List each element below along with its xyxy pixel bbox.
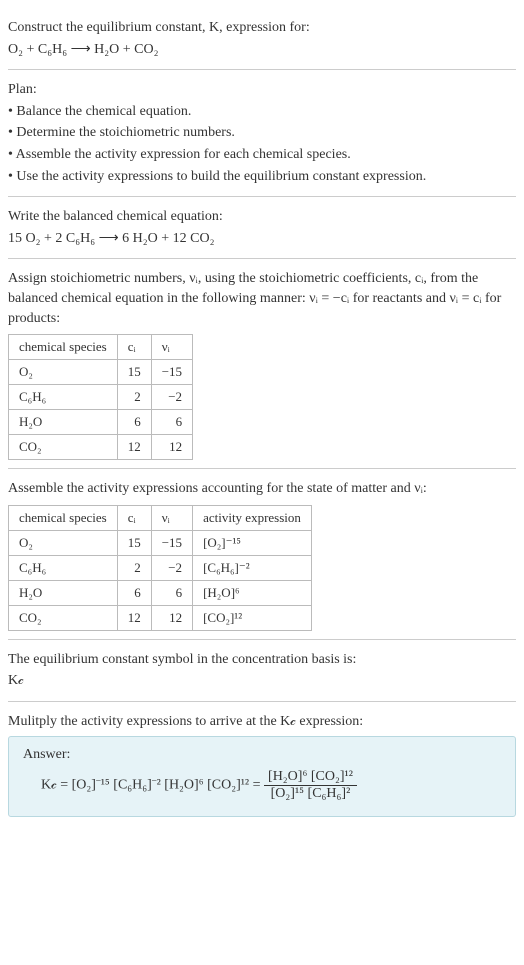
- balanced-line: Write the balanced chemical equation:: [8, 207, 516, 227]
- col-v: νᵢ: [151, 335, 192, 360]
- cell-v: −15: [151, 360, 192, 385]
- plan-bullet-3: • Assemble the activity expression for e…: [8, 145, 516, 165]
- col-expr: activity expression: [193, 505, 312, 530]
- stoich-section: Assign stoichiometric numbers, νᵢ, using…: [8, 259, 516, 469]
- cell-expr: [H₂O]⁶: [193, 580, 312, 605]
- ksymbol-value: K𝒸: [8, 671, 516, 691]
- cell-v: 6: [151, 410, 192, 435]
- cell-c: 2: [117, 385, 151, 410]
- cell-c: 15: [117, 530, 151, 555]
- table-row: O₂ 15 −15: [9, 360, 193, 385]
- cell-c: 12: [117, 435, 151, 460]
- balanced-section: Write the balanced chemical equation: 15…: [8, 197, 516, 259]
- col-v: νᵢ: [151, 505, 192, 530]
- col-species: chemical species: [9, 505, 118, 530]
- cell-species: H₂O: [9, 580, 118, 605]
- stoich-table: chemical species cᵢ νᵢ O₂ 15 −15 C₆H₆ 2 …: [8, 334, 193, 460]
- cell-c: 6: [117, 580, 151, 605]
- cell-expr: [O₂]⁻¹⁵: [193, 530, 312, 555]
- table-row: CO₂ 12 12: [9, 435, 193, 460]
- ksymbol-line: The equilibrium constant symbol in the c…: [8, 650, 516, 670]
- cell-species: H₂O: [9, 410, 118, 435]
- cell-species: O₂: [9, 530, 118, 555]
- balanced-equation: 15 O₂ + 2 C₆H₆ ⟶ 6 H₂O + 12 CO₂: [8, 229, 516, 249]
- cell-c: 6: [117, 410, 151, 435]
- table-row: O₂ 15 −15 [O₂]⁻¹⁵: [9, 530, 312, 555]
- plan-section: Plan: • Balance the chemical equation. •…: [8, 70, 516, 197]
- fraction-numerator: [H₂O]⁶ [CO₂]¹²: [264, 769, 357, 785]
- table-row: H₂O 6 6 [H₂O]⁶: [9, 580, 312, 605]
- cell-species: O₂: [9, 360, 118, 385]
- stoich-line: Assign stoichiometric numbers, νᵢ, using…: [8, 269, 516, 328]
- cell-species: C₆H₆: [9, 385, 118, 410]
- multiply-section: Mulitply the activity expressions to arr…: [8, 702, 516, 825]
- col-c: cᵢ: [117, 335, 151, 360]
- cell-v: −2: [151, 555, 192, 580]
- table-row: H₂O 6 6: [9, 410, 193, 435]
- plan-bullet-1: • Balance the chemical equation.: [8, 102, 516, 122]
- table-row: CO₂ 12 12 [CO₂]¹²: [9, 605, 312, 630]
- cell-c: 15: [117, 360, 151, 385]
- cell-v: −15: [151, 530, 192, 555]
- activity-table: chemical species cᵢ νᵢ activity expressi…: [8, 505, 312, 631]
- ksymbol-section: The equilibrium constant symbol in the c…: [8, 640, 516, 702]
- cell-v: 12: [151, 605, 192, 630]
- table-row: C₆H₆ 2 −2: [9, 385, 193, 410]
- col-species: chemical species: [9, 335, 118, 360]
- cell-c: 12: [117, 605, 151, 630]
- activity-section: Assemble the activity expressions accoun…: [8, 469, 516, 640]
- col-c: cᵢ: [117, 505, 151, 530]
- intro-line: Construct the equilibrium constant, K, e…: [8, 18, 516, 38]
- intro-equation: O₂ + C₆H₆ ⟶ H₂O + CO₂: [8, 40, 516, 60]
- answer-label: Answer:: [23, 747, 501, 763]
- answer-fraction: [H₂O]⁶ [CO₂]¹² [O₂]¹⁵ [C₆H₆]²: [264, 769, 357, 802]
- fraction-denominator: [O₂]¹⁵ [C₆H₆]²: [264, 785, 357, 802]
- cell-c: 2: [117, 555, 151, 580]
- cell-species: CO₂: [9, 435, 118, 460]
- cell-species: CO₂: [9, 605, 118, 630]
- cell-expr: [C₆H₆]⁻²: [193, 555, 312, 580]
- cell-expr: [CO₂]¹²: [193, 605, 312, 630]
- plan-title: Plan:: [8, 80, 516, 100]
- activity-line: Assemble the activity expressions accoun…: [8, 479, 516, 499]
- intro-section: Construct the equilibrium constant, K, e…: [8, 8, 516, 70]
- table-header-row: chemical species cᵢ νᵢ activity expressi…: [9, 505, 312, 530]
- answer-box: Answer: K𝒸 = [O₂]⁻¹⁵ [C₆H₆]⁻² [H₂O]⁶ [CO…: [8, 736, 516, 817]
- table-header-row: chemical species cᵢ νᵢ: [9, 335, 193, 360]
- multiply-line: Mulitply the activity expressions to arr…: [8, 712, 516, 732]
- cell-species: C₆H₆: [9, 555, 118, 580]
- plan-bullet-4: • Use the activity expressions to build …: [8, 167, 516, 187]
- answer-equation: K𝒸 = [O₂]⁻¹⁵ [C₆H₆]⁻² [H₂O]⁶ [CO₂]¹² = […: [23, 769, 501, 802]
- answer-lhs: K𝒸 = [O₂]⁻¹⁵ [C₆H₆]⁻² [H₂O]⁶ [CO₂]¹² =: [41, 777, 264, 792]
- table-row: C₆H₆ 2 −2 [C₆H₆]⁻²: [9, 555, 312, 580]
- cell-v: 12: [151, 435, 192, 460]
- cell-v: −2: [151, 385, 192, 410]
- cell-v: 6: [151, 580, 192, 605]
- plan-bullet-2: • Determine the stoichiometric numbers.: [8, 123, 516, 143]
